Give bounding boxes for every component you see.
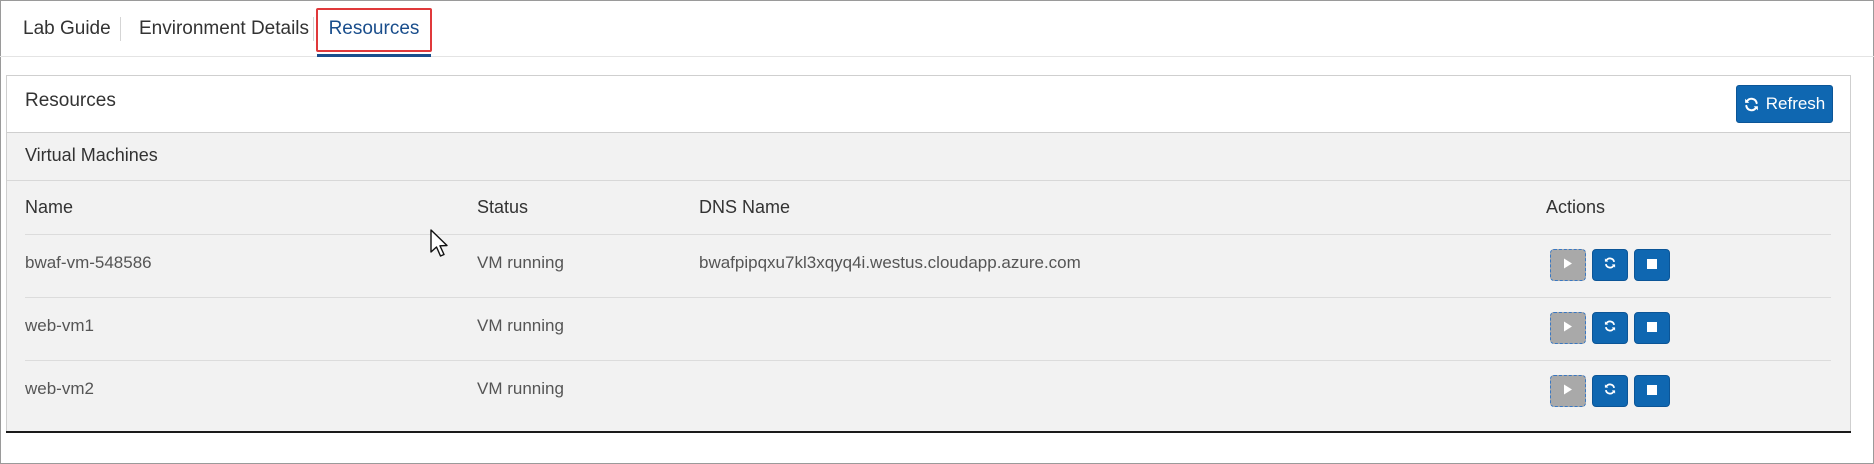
vm-name: web-vm1 xyxy=(25,316,94,335)
stop-icon xyxy=(1647,256,1657,274)
vm-name: bwaf-vm-548586 xyxy=(25,253,152,272)
stop-vm-button[interactable] xyxy=(1634,375,1670,407)
play-icon xyxy=(1563,382,1573,400)
stop-vm-button[interactable] xyxy=(1634,312,1670,344)
restart-icon xyxy=(1604,382,1616,400)
table-row: bwaf-vm-548586 VM running bwafpipqxu7kl3… xyxy=(25,234,1831,297)
panel-title: Resources xyxy=(25,90,116,111)
mouse-cursor-icon xyxy=(430,229,450,264)
active-tab-highlight xyxy=(316,8,432,52)
start-vm-button[interactable] xyxy=(1550,249,1586,281)
vm-section-header: Virtual Machines xyxy=(7,133,1850,181)
vm-status: VM running xyxy=(477,316,564,335)
column-header-actions: Actions xyxy=(1546,197,1606,217)
vm-name: web-vm2 xyxy=(25,379,94,398)
restart-vm-button[interactable] xyxy=(1592,375,1628,407)
play-icon xyxy=(1563,256,1573,274)
restart-vm-button[interactable] xyxy=(1592,312,1628,344)
tab-divider xyxy=(120,17,121,41)
tab-bar: Lab Guide Environment Details Resources xyxy=(0,0,1874,57)
table-row: web-vm1 VM running xyxy=(25,297,1831,360)
start-vm-button[interactable] xyxy=(1550,375,1586,407)
play-icon xyxy=(1563,319,1573,337)
tab-lab-guide[interactable]: Lab Guide xyxy=(23,0,111,57)
start-vm-button[interactable] xyxy=(1550,312,1586,344)
panel-bottom-border xyxy=(6,431,1851,433)
resources-panel: Resources Refresh Virtual Machines Name … xyxy=(6,75,1851,432)
vm-dns-name: bwafpipqxu7kl3xqyq4i.westus.cloudapp.azu… xyxy=(699,253,1081,272)
panel-header: Resources Refresh xyxy=(7,76,1850,133)
refresh-icon xyxy=(1744,97,1759,112)
refresh-button[interactable]: Refresh xyxy=(1736,85,1833,123)
stop-icon xyxy=(1647,382,1657,400)
column-header-status: Status xyxy=(477,197,529,217)
tab-divider xyxy=(313,17,314,41)
restart-icon xyxy=(1604,256,1616,274)
restart-vm-button[interactable] xyxy=(1592,249,1628,281)
column-header-dns: DNS Name xyxy=(699,197,791,217)
tab-environment-details[interactable]: Environment Details xyxy=(139,0,309,57)
vm-status: VM running xyxy=(477,379,564,398)
stop-vm-button[interactable] xyxy=(1634,249,1670,281)
vm-section-title: Virtual Machines xyxy=(25,145,158,165)
stop-icon xyxy=(1647,319,1657,337)
table-row: web-vm2 VM running xyxy=(25,360,1831,423)
refresh-label: Refresh xyxy=(1765,94,1826,113)
column-header-name: Name xyxy=(25,197,74,217)
restart-icon xyxy=(1604,319,1616,337)
vm-status: VM running xyxy=(477,253,564,272)
